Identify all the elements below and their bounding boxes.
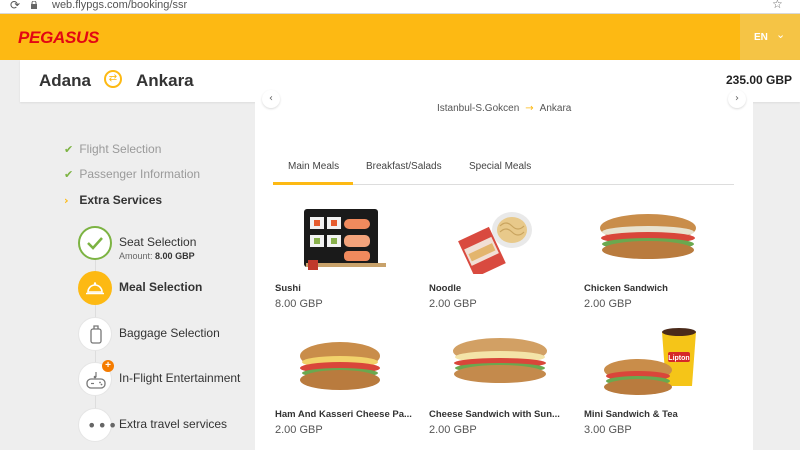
step-passenger-information[interactable]: ✔ Passenger Information: [64, 167, 200, 181]
check-icon: ✔: [64, 168, 74, 181]
route-origin: Adana: [39, 71, 91, 90]
bookmark-star-icon[interactable]: ☆: [772, 0, 783, 11]
meal-price: 3.00 GBP: [584, 424, 632, 436]
meal-name: Mini Sandwich & Tea: [584, 409, 678, 420]
pegasus-logo[interactable]: PEGASUS: [18, 28, 99, 48]
meal-icon-circle: [78, 271, 112, 305]
step-flight-selection[interactable]: ✔ Flight Selection: [64, 142, 161, 156]
language-code: EN: [754, 32, 768, 43]
mini-sandwich-tea-image[interactable]: Lipton: [600, 326, 706, 400]
more-dots-icon: •••: [87, 416, 119, 435]
total-price[interactable]: 235.00 GBP: [726, 73, 792, 87]
seat-done-circle: [78, 226, 112, 260]
previous-flight-button[interactable]: ‹: [262, 90, 280, 108]
tab-special-meals[interactable]: Special Meals: [469, 161, 531, 172]
service-label: Meal Selection: [119, 280, 203, 294]
reload-icon[interactable]: ⟳: [10, 0, 20, 12]
arrow-right-icon: →: [525, 103, 534, 114]
ham-kasseri-sandwich-image[interactable]: [296, 340, 386, 396]
check-icon: [87, 237, 103, 250]
route-destination: Ankara: [136, 71, 194, 90]
chevron-down-icon: ⌄: [776, 28, 786, 41]
active-tab-indicator: [273, 182, 353, 185]
service-label: Baggage Selection: [119, 326, 220, 340]
add-badge-icon: +: [102, 360, 114, 372]
segment-origin: Istanbul-S.Gokcen: [437, 103, 520, 114]
meal-name: Noodle: [429, 283, 462, 294]
step-extra-services[interactable]: › Extra Services: [64, 193, 162, 207]
segment-destination: Ankara: [539, 103, 572, 114]
step-label: Extra Services: [79, 193, 163, 207]
cheese-sandwich-image[interactable]: [450, 336, 550, 386]
meal-price: 2.00 GBP: [429, 424, 477, 436]
language-selector[interactable]: EN ⌄: [740, 14, 800, 60]
meal-price: 2.00 GBP: [584, 298, 632, 310]
meal-price: 2.00 GBP: [275, 424, 323, 436]
service-label: Extra travel services: [119, 417, 228, 431]
luggage-icon: [90, 325, 102, 344]
swap-route-icon: ⇄: [104, 70, 122, 88]
meal-price: 8.00 GBP: [275, 298, 323, 310]
service-label: In-Flight Entertainment: [119, 371, 241, 385]
sushi-image[interactable]: [300, 205, 390, 273]
site-header: PEGASUS EN ⌄: [0, 14, 800, 60]
meal-name: Cheese Sandwich with Sun...: [429, 409, 560, 420]
noodle-image[interactable]: [452, 208, 538, 274]
lock-icon: [31, 1, 37, 9]
next-flight-button[interactable]: ›: [728, 90, 746, 108]
seat-amount: Amount: 8.00 GBP: [119, 251, 195, 261]
tab-main-meals[interactable]: Main Meals: [288, 161, 339, 172]
chicken-sandwich-image[interactable]: [598, 212, 700, 264]
baggage-icon-circle: [78, 317, 112, 351]
step-label: Flight Selection: [79, 142, 162, 156]
service-label: Seat Selection: [119, 235, 197, 249]
tab-breakfast-salads[interactable]: Breakfast/Salads: [366, 161, 442, 172]
flight-segment: Istanbul-S.Gokcen → Ankara: [437, 103, 571, 114]
svg-text:Lipton: Lipton: [668, 355, 689, 362]
meal-price: 2.00 GBP: [429, 298, 477, 310]
check-icon: ✔: [64, 143, 74, 156]
meal-name: Sushi: [275, 283, 301, 294]
food-cloche-icon: [86, 282, 104, 295]
meal-name: Ham And Kasseri Cheese Pa...: [275, 409, 412, 420]
chevron-right-icon: ›: [64, 194, 69, 207]
route-summary-bar: Adana ⇄ Ankara 235.00 GBP: [20, 60, 800, 102]
meal-name: Chicken Sandwich: [584, 283, 668, 294]
address-bar-url[interactable]: web.flypgs.com/booking/ssr: [52, 0, 187, 11]
extra-icon-circle: •••: [78, 408, 117, 442]
step-label: Passenger Information: [79, 167, 201, 181]
browser-bar: ⟳ web.flypgs.com/booking/ssr ☆: [0, 0, 800, 14]
